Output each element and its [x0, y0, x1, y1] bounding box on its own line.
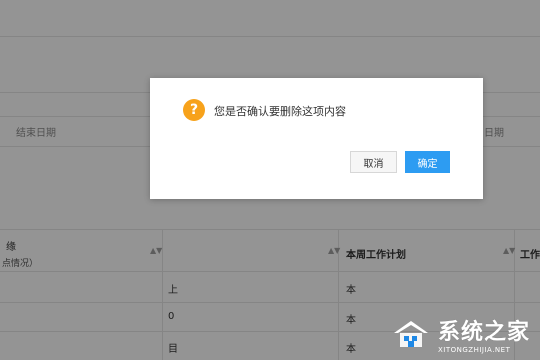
watermark-title: 系统之家: [437, 320, 530, 345]
question-icon: ?: [183, 99, 205, 121]
watermark-logo: 系统之家 XITONGZHIJIA.NET: [390, 314, 530, 354]
confirm-button[interactable]: 确定: [405, 151, 450, 173]
confirm-delete-dialog: ? 您是否确认要删除这项内容 取消 确定: [150, 78, 483, 199]
watermark-text: 系统之家 XITONGZHIJIA.NET: [438, 314, 530, 354]
cancel-button[interactable]: 取消: [350, 151, 397, 173]
dialog-message: 您是否确认要删除这项内容: [214, 105, 346, 118]
watermark-url: XITONGZHIJIA.NET: [437, 346, 511, 354]
house-logo-icon: [393, 321, 428, 347]
